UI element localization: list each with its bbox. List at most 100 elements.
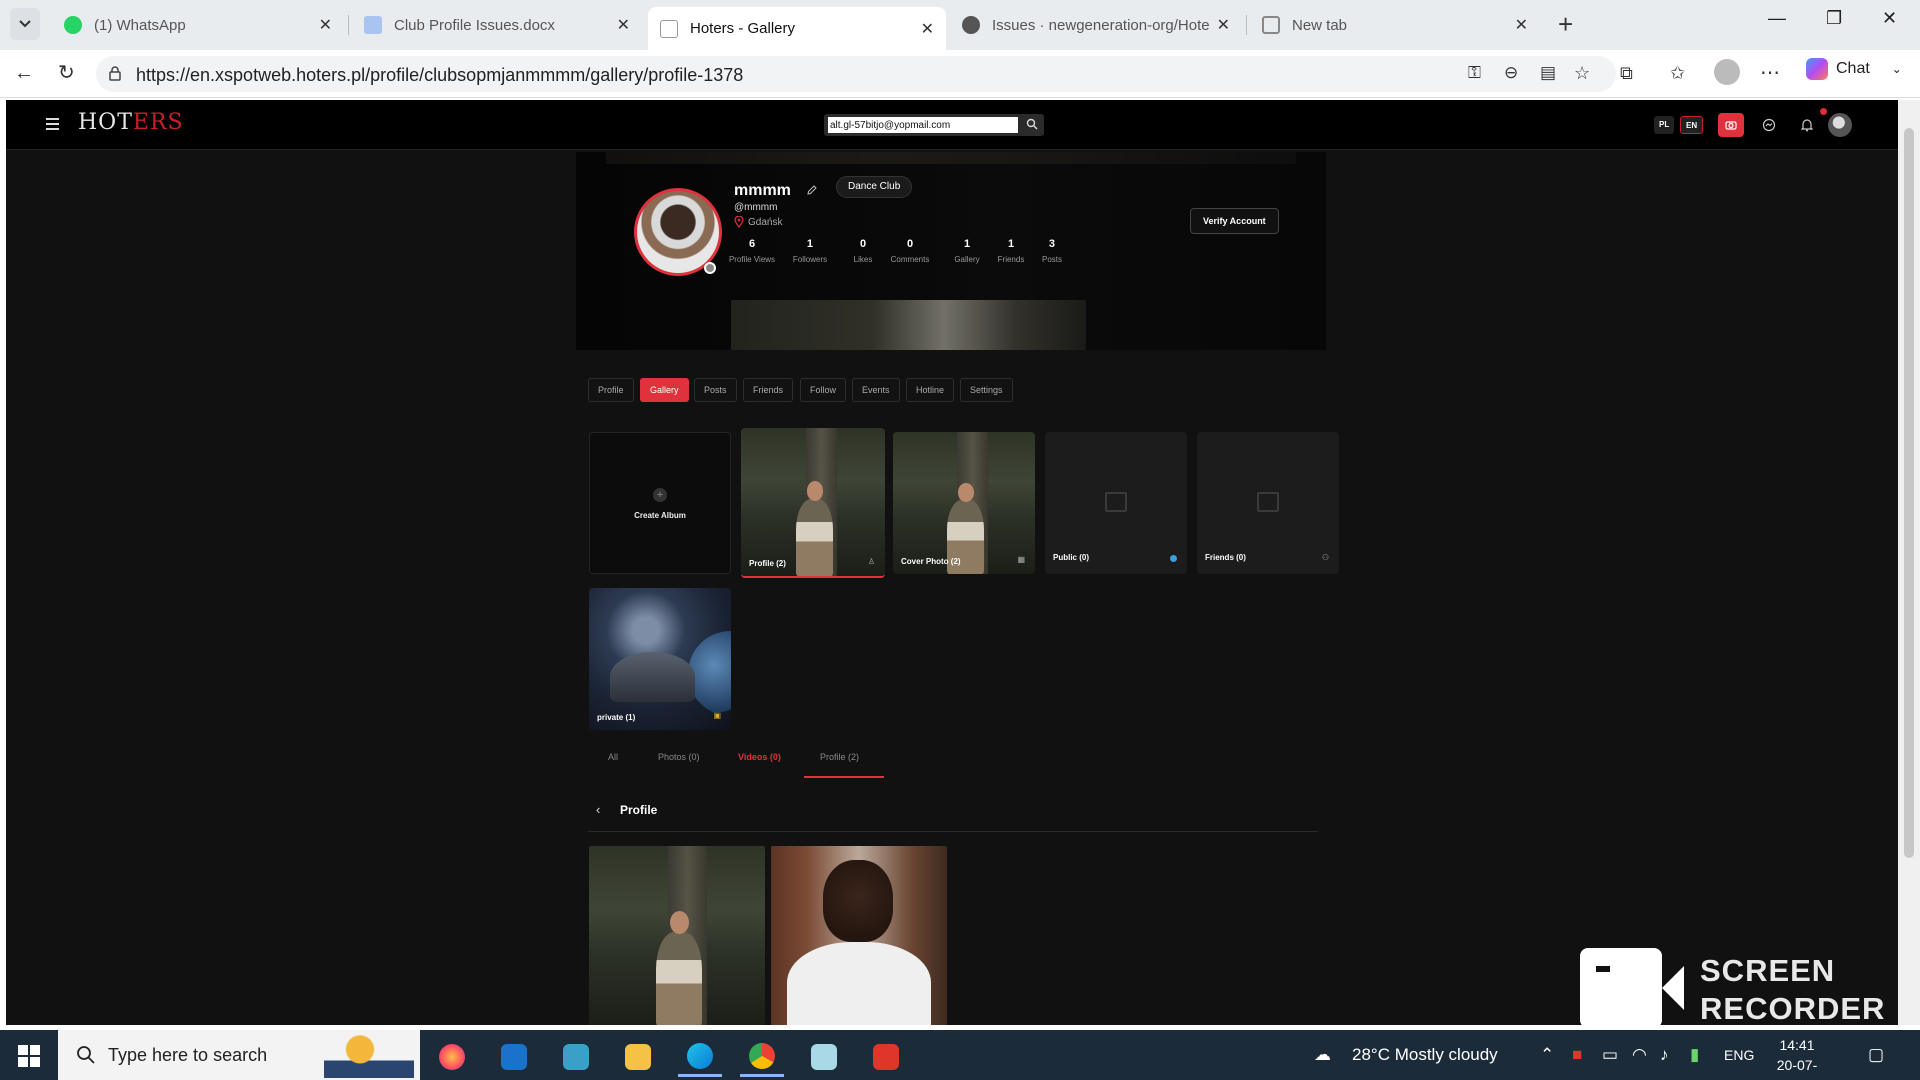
browser-tab-gallery[interactable]: Hoters - Gallery ✕ <box>648 7 946 50</box>
stat-friends[interactable]: 1 Friends <box>998 238 1025 264</box>
edit-pencil-icon[interactable] <box>806 184 818 196</box>
reload-icon[interactable]: ↻ <box>58 62 75 84</box>
stat-value: 1 <box>963 238 971 250</box>
album-public[interactable]: Public (0) <box>1045 432 1187 574</box>
verify-account-button[interactable]: Verify Account <box>1190 208 1279 234</box>
minimize-icon[interactable]: — <box>1768 8 1786 29</box>
menu-icon[interactable] <box>46 118 59 133</box>
tab-events[interactable]: Events <box>852 378 900 402</box>
chevron-up-icon[interactable]: ⌃ <box>1540 1045 1554 1065</box>
stat-posts[interactable]: 3 Posts <box>1042 238 1062 264</box>
tab-friends[interactable]: Friends <box>743 378 794 402</box>
new-tab-button[interactable]: + <box>1558 10 1573 38</box>
album-friends[interactable]: Friends (0) ⚇ <box>1197 432 1339 574</box>
more-icon[interactable]: ⋯ <box>1760 62 1780 84</box>
browser-tab-docx[interactable]: Club Profile Issues.docx ✕ <box>352 7 642 43</box>
media-tab-photos[interactable]: Photos (0) <box>658 752 700 762</box>
visio-app[interactable] <box>554 1037 598 1077</box>
gallery-photo[interactable] <box>771 846 947 1025</box>
taskbar-search[interactable]: Type here to search <box>58 1030 420 1080</box>
profile-avatar-icon[interactable] <box>1714 59 1740 85</box>
windows-start-icon[interactable] <box>18 1045 40 1067</box>
create-album-card[interactable]: + Create Album <box>589 432 731 574</box>
notifications-icon[interactable]: ▢ <box>1868 1045 1884 1065</box>
lang-en-button[interactable]: EN <box>1680 116 1704 134</box>
scrollbar-thumb[interactable] <box>1904 128 1914 858</box>
stat-label: Friends <box>997 255 1025 264</box>
copilot-chat-button[interactable]: Chat ⌄ <box>1806 58 1902 80</box>
camera-lens <box>1662 966 1684 1010</box>
media-tab-videos[interactable]: Videos (0) <box>738 752 781 762</box>
url-text[interactable]: https://en.xspotweb.hoters.pl/profile/cl… <box>136 65 743 86</box>
recorder-app[interactable] <box>864 1037 908 1077</box>
close-tab-icon[interactable]: ✕ <box>319 15 332 35</box>
outlook-app[interactable] <box>492 1037 536 1077</box>
stat-gallery[interactable]: 1 Gallery <box>954 238 979 264</box>
meet-now-icon[interactable]: ▭ <box>1602 1045 1618 1065</box>
recording-indicator-icon[interactable]: ■ <box>1572 1045 1582 1065</box>
search-input[interactable] <box>828 117 1018 133</box>
address-bar[interactable]: https://en.xspotweb.hoters.pl/profile/cl… <box>96 56 1616 92</box>
media-tab-all[interactable]: All <box>608 752 618 762</box>
album-private[interactable]: private (1) ▣ <box>589 588 731 730</box>
key-icon[interactable]: ⚿ <box>1468 62 1481 84</box>
person-icon: ♙ <box>867 557 875 566</box>
vscode-icon <box>563 1044 589 1070</box>
tab-divider <box>1246 15 1247 35</box>
search-icon[interactable] <box>1026 118 1038 130</box>
close-tab-icon[interactable]: ✕ <box>617 15 630 35</box>
browser-tab-newtab[interactable]: New tab ✕ <box>1250 7 1540 43</box>
bell-icon[interactable] <box>1794 113 1820 137</box>
tab-list-button[interactable] <box>10 8 40 40</box>
create-album-label: Create Album <box>634 511 686 520</box>
favorite-star-icon[interactable]: ☆ <box>1574 62 1590 84</box>
browser-tab-whatsapp[interactable]: (1) WhatsApp ✕ <box>52 7 344 43</box>
browser-tab-github[interactable]: Issues · newgeneration-org/Hoter ✕ <box>950 7 1242 43</box>
page-scrollbar[interactable] <box>1898 100 1920 1025</box>
screen-recorder-icon <box>873 1044 899 1070</box>
edge-app[interactable] <box>678 1037 722 1077</box>
input-language[interactable]: ENG <box>1724 1047 1754 1063</box>
gallery-photo[interactable] <box>589 846 765 1025</box>
media-tab-profile[interactable]: Profile (2) <box>820 752 859 762</box>
reader-icon[interactable]: ▤ <box>1540 62 1556 84</box>
weather-icon: ☁ <box>1314 1045 1331 1064</box>
extensions-icon[interactable]: ⧉ <box>1620 62 1633 84</box>
tab-hotline[interactable]: Hotline <box>906 378 955 402</box>
site-logo[interactable]: HOTERS <box>78 110 184 135</box>
back-chevron-icon[interactable]: ‹ <box>596 802 600 817</box>
tab-follow[interactable]: Follow <box>800 378 847 402</box>
tab-title: Hoters - Gallery <box>690 20 796 37</box>
album-cover-photo[interactable]: Cover Photo (2) ▦ <box>893 432 1035 574</box>
taskbar-clock[interactable]: 14:41 20-07-2026 <box>1762 1035 1832 1080</box>
close-tab-icon[interactable]: ✕ <box>1217 15 1230 35</box>
favorites-icon[interactable]: ✩ <box>1670 62 1685 84</box>
stat-label: Profile Views <box>728 255 776 264</box>
firefox-app[interactable] <box>430 1037 474 1077</box>
back-icon[interactable]: ← <box>14 62 34 84</box>
tab-profile[interactable]: Profile <box>588 378 634 402</box>
search-icon <box>77 1046 95 1064</box>
zoom-out-icon[interactable]: ⊖ <box>1504 62 1518 84</box>
tab-posts[interactable]: Posts <box>694 378 737 402</box>
battery-icon[interactable]: ▮ <box>1690 1045 1699 1065</box>
tab-gallery[interactable]: Gallery <box>640 378 689 402</box>
user-avatar[interactable] <box>1828 113 1852 137</box>
restore-icon[interactable]: ❐ <box>1826 8 1842 29</box>
page-viewport: HOTERS PL EN m <box>6 100 1898 1025</box>
wifi-icon[interactable]: ◠ <box>1632 1045 1647 1065</box>
notepad-app[interactable] <box>802 1037 846 1077</box>
close-tab-icon[interactable]: ✕ <box>1515 15 1528 35</box>
close-tab-icon[interactable]: ✕ <box>921 19 934 39</box>
camera-icon[interactable] <box>1718 113 1744 137</box>
chrome-app[interactable] <box>740 1037 784 1077</box>
messenger-icon[interactable] <box>1756 113 1782 137</box>
volume-icon[interactable]: ♪ <box>1660 1045 1669 1065</box>
lang-pl-button[interactable]: PL <box>1654 116 1675 134</box>
weather-text[interactable]: 28°C Mostly cloudy <box>1352 1045 1498 1065</box>
stat-followers[interactable]: 1 Followers <box>793 238 827 264</box>
tab-settings[interactable]: Settings <box>960 378 1013 402</box>
album-profile[interactable]: Profile (2) ♙ <box>741 428 885 578</box>
close-window-icon[interactable]: ✕ <box>1882 8 1897 29</box>
file-explorer-app[interactable] <box>616 1037 660 1077</box>
